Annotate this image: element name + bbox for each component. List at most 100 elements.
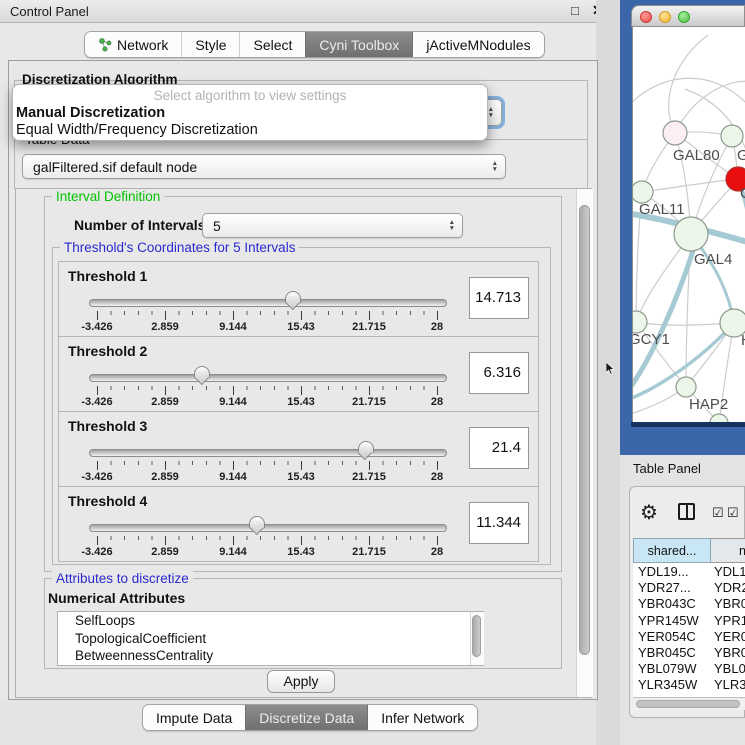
network-node-GAL80[interactable] <box>663 121 687 145</box>
network-node-unlabeled[interactable] <box>710 414 728 422</box>
cell-name[interactable]: YBL0 <box>714 661 745 676</box>
threshold-3-slider[interactable]: -3.4262.8599.14415.4321.71528 <box>89 444 445 488</box>
slider-thumb[interactable] <box>194 366 210 386</box>
cell-name[interactable]: YER0 <box>714 629 745 644</box>
tab-label: Style <box>195 37 226 53</box>
cell-shared-name[interactable]: YPR145W <box>638 613 699 628</box>
tick-label: 15.43 <box>287 396 315 408</box>
scrollbar-thumb[interactable] <box>579 205 590 655</box>
tab-infer-network[interactable]: Infer Network <box>367 705 477 730</box>
slider-track[interactable] <box>89 299 447 307</box>
threshold-2-slider[interactable]: -3.4262.8599.14415.4321.71528 <box>89 369 445 413</box>
slider-thumb[interactable] <box>285 291 301 311</box>
table-row[interactable]: YER054C YER0 <box>633 629 745 645</box>
slider-track[interactable] <box>89 374 447 382</box>
attributes-list-scrollbar[interactable] <box>470 612 484 665</box>
threshold-1-slider[interactable]: -3.4262.8599.14415.4321.71528 <box>89 294 445 338</box>
tab-discretize-data[interactable]: Discretize Data <box>245 705 367 730</box>
table-data-combo-value: galFiltered.sif default node <box>33 159 197 175</box>
bottom-tab-bar: Impute Data Discretize Data Infer Networ… <box>142 704 478 731</box>
cell-shared-name[interactable]: YDL19... <box>638 564 689 579</box>
threshold-label: Threshold 3 <box>68 418 147 434</box>
apply-button[interactable]: Apply <box>267 670 335 693</box>
table-row[interactable]: YBR043C YBR0 <box>633 596 745 612</box>
numerical-attributes-list[interactable]: SelfLoopsTopologicalCoefficientBetweenne… <box>57 611 484 666</box>
tick-label: 2.859 <box>151 396 179 408</box>
popup-option-manual-discretization[interactable]: Manual Discretization <box>13 105 487 122</box>
threshold-2-value-field[interactable]: 6.316 <box>469 352 529 394</box>
column-header-shared-name[interactable]: shared... <box>633 538 711 563</box>
table-row[interactable]: YDR27... YDR2 <box>633 580 745 596</box>
cell-name[interactable]: YBR0 <box>714 596 745 611</box>
slider-major-ticks <box>89 311 445 320</box>
cell-shared-name[interactable]: YBL079W <box>638 661 697 676</box>
gear-icon[interactable]: ⚙ <box>640 500 658 525</box>
zoom-traffic-light[interactable] <box>678 11 690 23</box>
network-node-HAP2[interactable] <box>676 377 696 397</box>
columns-icon[interactable] <box>678 503 695 520</box>
tick-label: -3.426 <box>81 396 112 408</box>
network-node-GA[interactable] <box>721 125 743 147</box>
cell-shared-name[interactable]: YER054C <box>638 629 696 644</box>
popup-option-equal-width-frequency[interactable]: Equal Width/Frequency Discretization <box>13 122 487 139</box>
table-row[interactable]: YLR345W YLR3 <box>633 677 745 693</box>
table-panel-title: Table Panel <box>633 461 701 476</box>
threshold-4-value-field[interactable]: 11.344 <box>469 502 529 544</box>
table-data-combo[interactable]: galFiltered.sif default node ▲▼ <box>22 154 506 179</box>
scrollbar-thumb[interactable] <box>472 615 481 657</box>
tick-label: 21.715 <box>352 321 386 333</box>
cell-shared-name[interactable]: YDR27... <box>638 580 691 595</box>
slider-tick-labels: -3.4262.8599.14415.4321.71528 <box>89 471 445 485</box>
checkbox-icon[interactable]: ☑ <box>727 505 739 521</box>
network-node-GCY1[interactable] <box>633 311 647 333</box>
vertical-scrollbar[interactable] <box>576 189 593 697</box>
node-label: GCY1 <box>633 331 670 348</box>
cell-name[interactable]: YBR0 <box>714 645 745 660</box>
tab-cyni-toolbox[interactable]: Cyni Toolbox <box>305 32 412 57</box>
scrollbar-thumb[interactable] <box>636 700 740 708</box>
network-window-titlebar[interactable] <box>631 5 745 27</box>
table-row[interactable]: YDL19... YDL1 <box>633 564 745 580</box>
minimize-traffic-light[interactable] <box>659 11 671 23</box>
tick-label: -3.426 <box>81 471 112 483</box>
tab-jactivemnodules[interactable]: jActiveMNodules <box>412 32 543 57</box>
cell-shared-name[interactable]: YLR345W <box>638 677 697 692</box>
slider-thumb[interactable] <box>249 516 265 536</box>
slider-track[interactable] <box>89 524 447 532</box>
cell-name[interactable]: YDL1 <box>714 564 745 579</box>
slider-track[interactable] <box>89 449 447 457</box>
tab-select[interactable]: Select <box>239 32 305 57</box>
checkbox-icon[interactable]: ☑ <box>712 505 724 521</box>
cell-shared-name[interactable]: YBR043C <box>638 596 696 611</box>
table-row[interactable]: YBL079W YBL0 <box>633 661 745 677</box>
number-of-intervals-combo[interactable]: 5 ▲▼ <box>202 213 463 238</box>
cell-name[interactable]: YLR3 <box>714 677 745 692</box>
table-row[interactable]: YPR145W YPR1 <box>633 613 745 629</box>
tick-label: 9.144 <box>219 471 247 483</box>
threshold-3-value-field[interactable]: 21.4 <box>469 427 529 469</box>
network-node-GAL11[interactable] <box>633 181 653 203</box>
network-node-GAL4[interactable] <box>674 217 708 251</box>
network-view-canvas[interactable]: GAL80GACGAL11GAL4GCY1HHAP2 <box>632 27 745 422</box>
node-label: GA <box>737 147 745 164</box>
stepper-arrows: ▲▼ <box>449 214 455 237</box>
table-row[interactable]: YBR045C YBR0 <box>633 645 745 661</box>
threshold-1-value-field[interactable]: 14.713 <box>469 277 529 319</box>
node-label: GAL80 <box>673 147 720 164</box>
threshold-4-slider[interactable]: -3.4262.8599.14415.4321.71528 <box>89 519 445 563</box>
attribute-item[interactable]: TopologicalCoefficient <box>58 630 483 648</box>
cell-shared-name[interactable]: YBR045C <box>638 645 696 660</box>
table-horizontal-scrollbar[interactable] <box>633 697 745 710</box>
tab-style[interactable]: Style <box>181 32 239 57</box>
attribute-item[interactable]: BetweennessCentrality <box>58 647 483 665</box>
cell-name[interactable]: YPR1 <box>714 613 745 628</box>
cell-name[interactable]: YDR2 <box>714 580 745 595</box>
column-header-name[interactable]: na <box>711 538 745 563</box>
tab-network[interactable]: Network <box>85 32 181 57</box>
tab-impute-data[interactable]: Impute Data <box>143 705 245 730</box>
node-attribute-table[interactable]: shared... na YDL19...YDL1YDR27...YDR2YBR… <box>633 538 745 697</box>
float-window-icon[interactable]: □ <box>571 3 579 18</box>
attribute-item[interactable]: SelfLoops <box>58 612 483 630</box>
slider-thumb[interactable] <box>358 441 374 461</box>
close-traffic-light[interactable] <box>640 11 652 23</box>
